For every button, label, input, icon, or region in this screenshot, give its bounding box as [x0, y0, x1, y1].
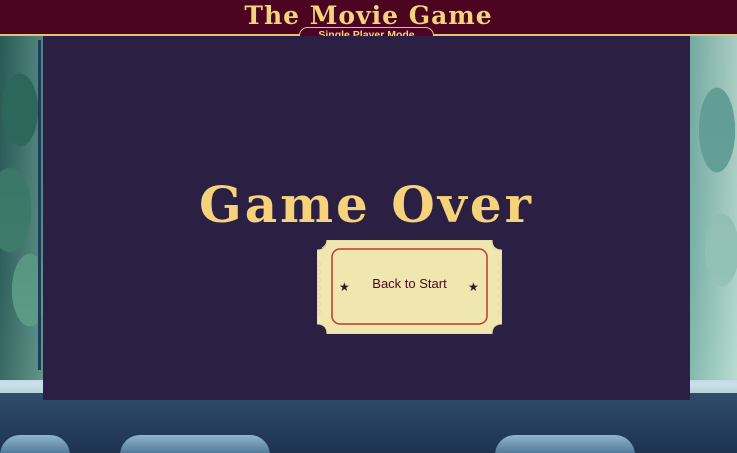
- back-to-start-button[interactable]: ★ ★ Back to Start: [317, 240, 502, 334]
- game-over-heading: Game Over: [199, 175, 534, 234]
- back-to-start-label: Back to Start: [372, 276, 447, 291]
- main-panel: Game Over ★ ★ Back to Start: [43, 36, 690, 400]
- app-header: The Movie Game Single Player Mode: [0, 0, 737, 44]
